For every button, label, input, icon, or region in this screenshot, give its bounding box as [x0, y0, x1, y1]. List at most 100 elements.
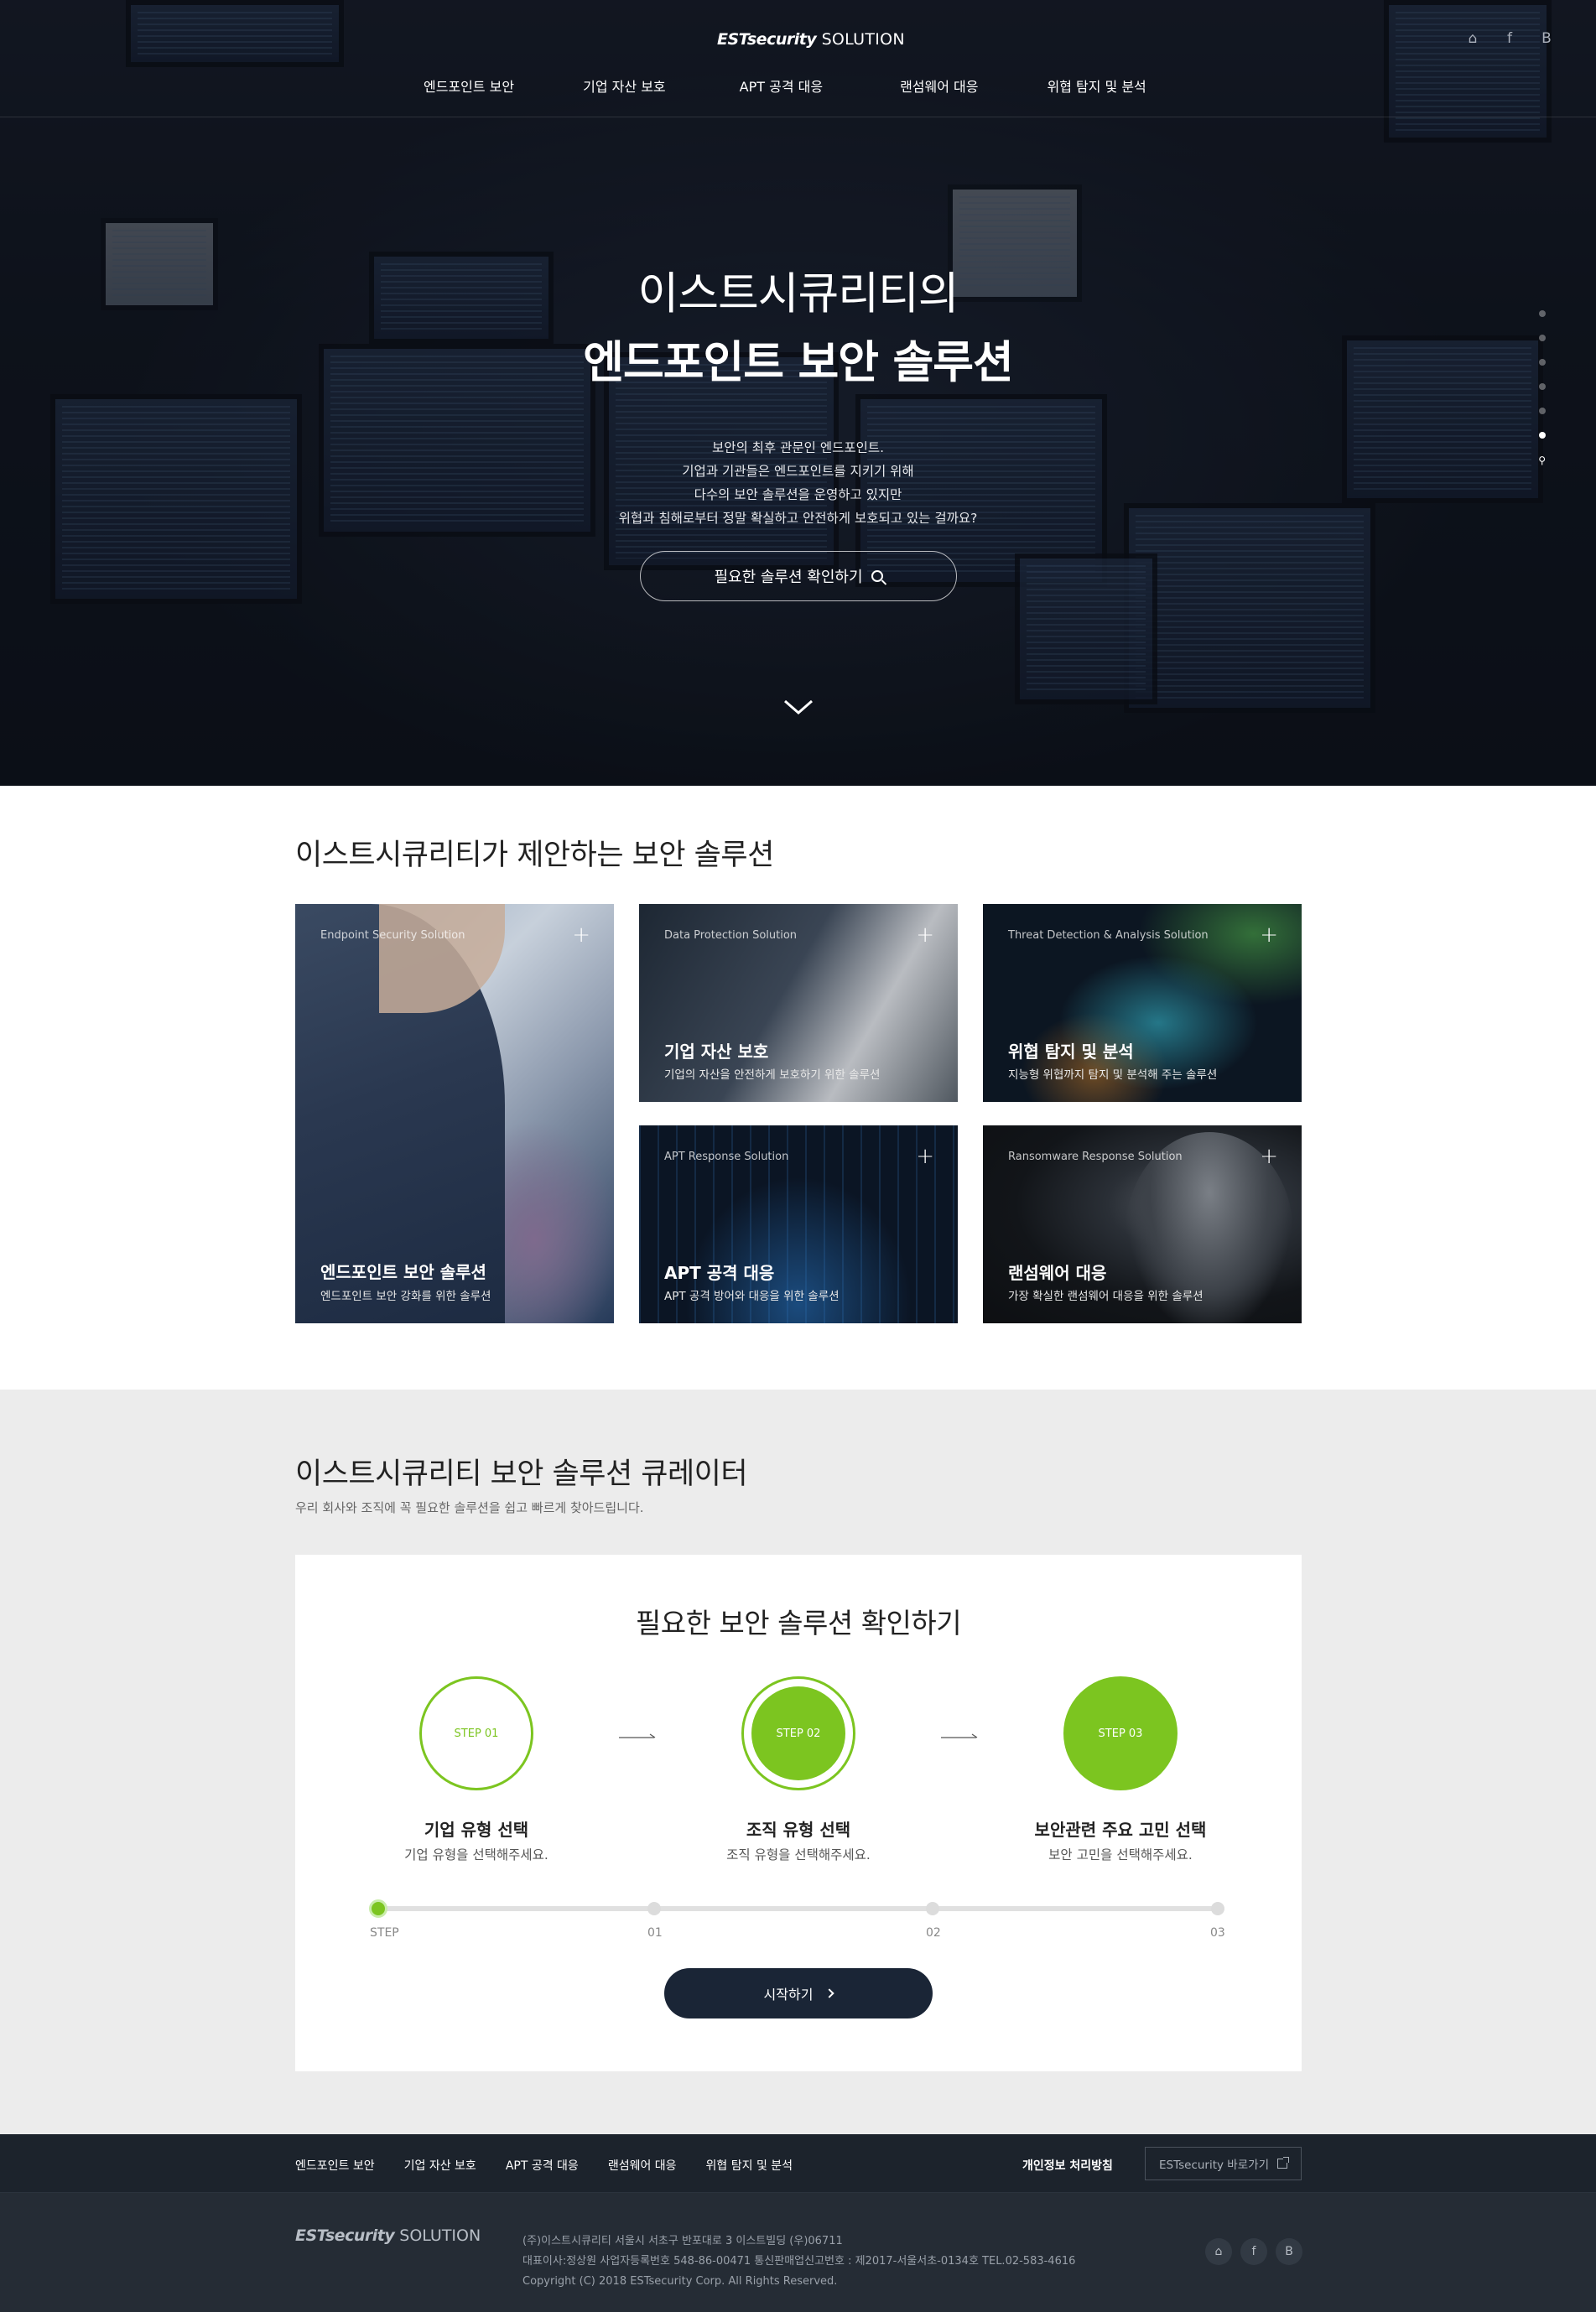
- logo-brand: ESTsecurity: [717, 30, 817, 49]
- progress-node-03[interactable]: [1211, 1902, 1224, 1915]
- step-label: STEP 03: [1098, 1727, 1143, 1740]
- footer-links: 엔드포인트 보안 기업 자산 보호 APT 공격 대응 랜섬웨어 대응 위협 탐…: [295, 2157, 793, 2174]
- footer-link-data-protection[interactable]: 기업 자산 보호: [404, 2157, 476, 2174]
- progress-label: 01: [647, 1926, 663, 1940]
- card-category: Ransomware Response Solution: [1008, 1151, 1183, 1163]
- card-threat-detection[interactable]: Threat Detection & Analysis Solution + 위…: [983, 904, 1302, 1102]
- blog-icon[interactable]: B: [1276, 2238, 1302, 2265]
- card-image-detail: [379, 904, 505, 1013]
- arrow-right-icon: [941, 1733, 978, 1738]
- footer: 엔드포인트 보안 기업 자산 보호 APT 공격 대응 랜섬웨어 대응 위협 탐…: [0, 2134, 1596, 2312]
- step-02-circle[interactable]: STEP 02: [741, 1676, 855, 1790]
- step-desc: 조직 유형을 선택해주세요.: [726, 1847, 871, 1863]
- curator-panel: 필요한 보안 솔루션 확인하기 STEP 01 STEP 02 STEP 03 …: [295, 1555, 1302, 2071]
- logo-suffix: SOLUTION: [399, 2226, 481, 2245]
- hero-title-line2: 엔드포인트 보안 솔루션: [583, 337, 1014, 388]
- start-button[interactable]: 시작하기: [664, 1968, 933, 2018]
- footer-link-threat-detection[interactable]: 위협 탐지 및 분석: [706, 2157, 793, 2174]
- hero-text: 이스트시큐리티의 엔드포인트 보안 솔루션 보안의 최후 관문인 엔드포인트. …: [0, 258, 1596, 530]
- company-address: (주)이스트시큐리티 서울시 서초구 반포대로 3 이스트빌딩 (우)06711: [522, 2235, 843, 2247]
- plus-icon[interactable]: +: [572, 922, 590, 948]
- card-desc: 엔드포인트 보안 강화를 위한 솔루션: [320, 1290, 491, 1303]
- hero-description: 보안의 최후 관문인 엔드포인트. 기업과 기관들은 엔드포인트를 지키기 위해…: [0, 436, 1596, 530]
- solutions-section: 이스트시큐리티가 제안하는 보안 솔루션 Endpoint Security S…: [0, 786, 1596, 1390]
- logo-suffix: SOLUTION: [821, 30, 905, 49]
- card-ransomware[interactable]: Ransomware Response Solution + 랜섬웨어 대응 가…: [983, 1125, 1302, 1323]
- arrow-right-icon: [619, 1733, 656, 1738]
- step-label: STEP 02: [751, 1686, 845, 1780]
- step-desc: 기업 유형을 선택해주세요.: [404, 1847, 548, 1863]
- progress-node-step[interactable]: [369, 1899, 387, 1918]
- main-nav: 엔드포인트 보안 기업 자산 보호 APT 공격 대응 랜섬웨어 대응 위협 탐…: [424, 75, 1146, 96]
- card-category: Endpoint Security Solution: [320, 929, 465, 942]
- progress-label: STEP: [370, 1926, 399, 1940]
- footer-nav: 엔드포인트 보안 기업 자산 보호 APT 공격 대응 랜섬웨어 대응 위협 탐…: [0, 2134, 1596, 2193]
- nav-ransomware[interactable]: 랜섬웨어 대응: [900, 75, 978, 96]
- home-icon[interactable]: ⌂: [1205, 2238, 1232, 2265]
- nav-apt[interactable]: APT 공격 대응: [740, 75, 823, 96]
- plus-icon[interactable]: +: [1260, 922, 1278, 948]
- plus-icon[interactable]: +: [916, 1144, 934, 1169]
- footer-link-apt[interactable]: APT 공격 대응: [506, 2157, 579, 2174]
- card-title: 랜섬웨어 대응: [1008, 1263, 1107, 1283]
- utility-links: ⌂ f B: [1463, 30, 1556, 47]
- card-category: Threat Detection & Analysis Solution: [1008, 929, 1209, 942]
- footer-link-ransomware[interactable]: 랜섬웨어 대응: [608, 2157, 677, 2174]
- nav-threat-detection[interactable]: 위협 탐지 및 분석: [1047, 75, 1146, 96]
- hero-desc-line: 다수의 보안 솔루션을 운영하고 있지만: [694, 487, 902, 502]
- company-info: (주)이스트시큐리티 서울시 서초구 반포대로 3 이스트빌딩 (우)06711…: [522, 2231, 1075, 2292]
- nav-endpoint[interactable]: 엔드포인트 보안: [424, 75, 514, 96]
- start-label: 시작하기: [763, 1987, 814, 2003]
- hero-desc-line: 위협과 침해로부터 정말 확실하고 안전하게 보호되고 있는 걸까요?: [618, 511, 978, 526]
- card-apt[interactable]: APT Response Solution + APT 공격 대응 APT 공격…: [639, 1125, 958, 1323]
- card-desc: 기업의 자산을 안전하게 보호하기 위한 솔루션: [664, 1068, 881, 1082]
- step-label: STEP 01: [454, 1727, 499, 1740]
- curator-section: 이스트시큐리티 보안 솔루션 큐레이터 우리 회사와 조직에 꼭 필요한 솔루션…: [0, 1390, 1596, 2134]
- step-title: 기업 유형 선택: [424, 1820, 529, 1840]
- plus-icon[interactable]: +: [1260, 1144, 1278, 1169]
- card-data-protection[interactable]: Data Protection Solution + 기업 자산 보호 기업의 …: [639, 904, 958, 1102]
- card-desc: 가장 확실한 랜섬웨어 대응을 위한 솔루션: [1008, 1290, 1203, 1303]
- step-title: 보안관련 주요 고민 선택: [1034, 1820, 1207, 1840]
- external-link-icon: [1276, 2157, 1289, 2169]
- curator-subtitle: 우리 회사와 조직에 꼭 필요한 솔루션을 쉽고 빠르게 찾아드립니다.: [295, 1500, 644, 1515]
- card-title: APT 공격 대응: [664, 1263, 775, 1283]
- facebook-icon[interactable]: f: [1240, 2238, 1267, 2265]
- hero-desc-line: 기업과 기관들은 엔드포인트를 지키기 위해: [682, 464, 914, 479]
- blog-icon[interactable]: B: [1537, 30, 1556, 47]
- home-icon[interactable]: ⌂: [1463, 30, 1482, 47]
- nav-data-protection[interactable]: 기업 자산 보호: [583, 75, 666, 96]
- footer-logo: ESTsecurity SOLUTION: [295, 2226, 481, 2245]
- company-registration: 대표이사:정상원 사업자등록번호 548-86-00471 통신판매업신고번호 …: [522, 2255, 1076, 2268]
- top-header: ESTsecurity SOLUTION ⌂ f B 엔드포인트 보안 기업 자…: [0, 0, 1596, 117]
- card-category: APT Response Solution: [664, 1151, 789, 1163]
- site-logo[interactable]: ESTsecurity SOLUTION: [717, 30, 905, 49]
- hero-section: ESTsecurity SOLUTION ⌂ f B 엔드포인트 보안 기업 자…: [0, 0, 1596, 786]
- privacy-policy-link[interactable]: 개인정보 처리방침: [1022, 2157, 1113, 2174]
- goto-label: ESTsecurity 바로가기: [1159, 2159, 1269, 2172]
- plus-icon[interactable]: +: [916, 922, 934, 948]
- find-solution-button[interactable]: 필요한 솔루션 확인하기: [640, 551, 957, 601]
- step-desc: 보안 고민을 선택해주세요.: [1048, 1847, 1193, 1863]
- logo-brand: ESTsecurity: [295, 2226, 395, 2245]
- step-01-circle[interactable]: STEP 01: [419, 1676, 533, 1790]
- scroll-down-icon[interactable]: [783, 693, 814, 723]
- facebook-icon[interactable]: f: [1500, 30, 1519, 47]
- progress-node-01[interactable]: [647, 1902, 661, 1915]
- search-icon: [871, 570, 883, 582]
- estsecurity-site-button[interactable]: ESTsecurity 바로가기: [1145, 2147, 1302, 2180]
- hero-desc-line: 보안의 최후 관문인 엔드포인트.: [711, 440, 885, 455]
- progress-node-02[interactable]: [926, 1902, 939, 1915]
- panel-title: 필요한 보안 솔루션 확인하기: [635, 1607, 962, 1639]
- progress-label: 02: [926, 1926, 941, 1940]
- card-desc: 지능형 위협까지 탐지 및 분석해 주는 솔루션: [1008, 1068, 1218, 1082]
- card-endpoint[interactable]: Endpoint Security Solution + 엔드포인트 보안 솔루…: [295, 904, 614, 1323]
- card-desc: APT 공격 방어와 대응을 위한 솔루션: [664, 1290, 840, 1303]
- step-03-circle[interactable]: STEP 03: [1063, 1676, 1178, 1790]
- card-title: 엔드포인트 보안 솔루션: [320, 1262, 486, 1282]
- solutions-title: 이스트시큐리티가 제안하는 보안 솔루션: [295, 839, 774, 872]
- card-title: 기업 자산 보호: [664, 1042, 769, 1062]
- footer-link-endpoint[interactable]: 엔드포인트 보안: [295, 2157, 375, 2174]
- card-category: Data Protection Solution: [664, 929, 798, 942]
- card-title: 위협 탐지 및 분석: [1008, 1042, 1134, 1062]
